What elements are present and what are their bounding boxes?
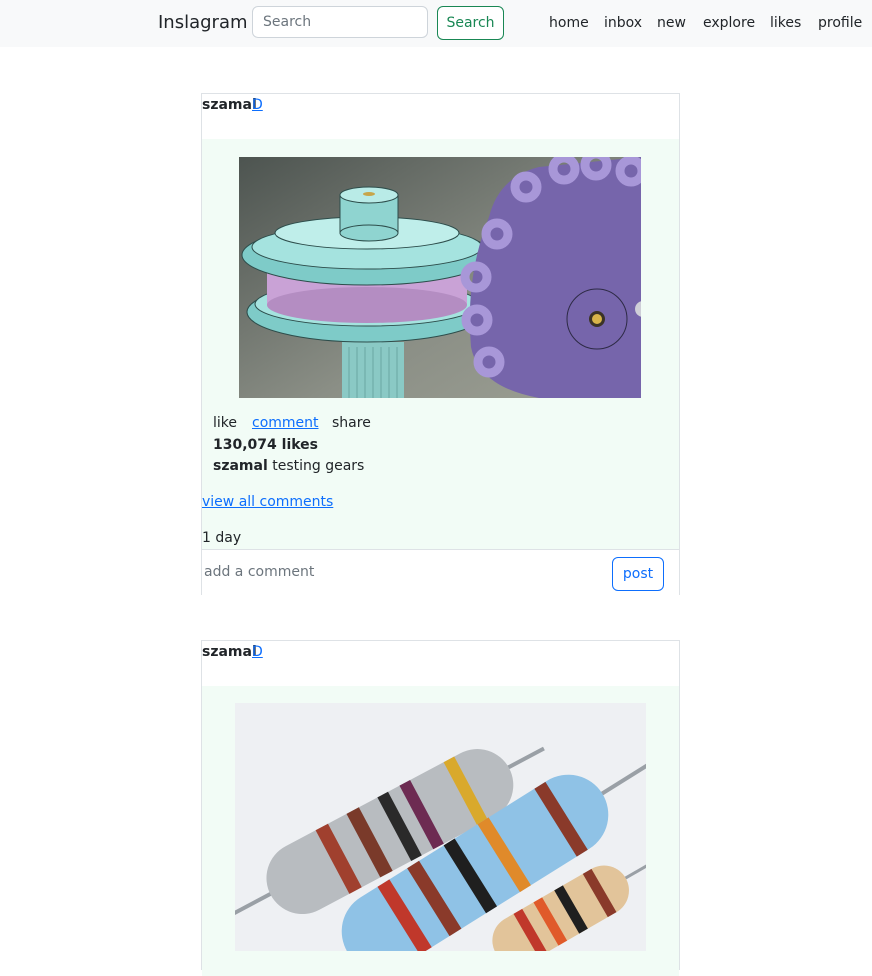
post-image[interactable] xyxy=(239,157,641,398)
post-comment-button[interactable]: post xyxy=(612,557,664,591)
user-link[interactable]: D xyxy=(252,97,263,113)
comment-link[interactable]: comment xyxy=(252,415,319,431)
post-header: szamal D xyxy=(202,641,679,686)
likes-count: 130,074 likes xyxy=(213,437,318,453)
share-button[interactable]: share xyxy=(332,415,371,431)
post-username[interactable]: szamal xyxy=(202,644,257,660)
post-caption: szamal testing gears xyxy=(213,458,364,474)
brand-logo[interactable]: Inslagram xyxy=(158,12,248,33)
post-body: like comment share 130,074 likes szamal … xyxy=(202,139,679,549)
post-image[interactable] xyxy=(235,703,646,951)
nav-inbox[interactable]: inbox xyxy=(604,15,642,31)
caption-username[interactable]: szamal xyxy=(213,458,268,474)
nav-profile[interactable]: profile xyxy=(818,15,862,31)
caption-text: testing gears xyxy=(272,458,365,474)
comment-input[interactable] xyxy=(202,556,586,588)
post-username[interactable]: szamal xyxy=(202,97,257,113)
post-time: 1 day xyxy=(202,530,242,546)
post-card: szamal D xyxy=(201,640,680,976)
post-card: szamal D xyxy=(201,93,680,595)
search-button[interactable]: Search xyxy=(437,6,504,40)
nav-likes[interactable]: likes xyxy=(770,15,801,31)
post-body xyxy=(202,686,679,976)
comment-bar: post xyxy=(202,549,679,595)
top-navbar: Inslagram Search home inbox new explore … xyxy=(0,0,872,47)
resistors-image xyxy=(235,703,646,951)
like-button[interactable]: like xyxy=(213,415,237,431)
post-header: szamal D xyxy=(202,94,679,139)
search-input[interactable] xyxy=(252,6,428,38)
nav-home[interactable]: home xyxy=(549,15,589,31)
view-all-comments-link[interactable]: view all comments xyxy=(202,494,333,510)
nav-explore[interactable]: explore xyxy=(703,15,755,31)
gears-image xyxy=(239,157,641,398)
user-link[interactable]: D xyxy=(252,644,263,660)
nav-new[interactable]: new xyxy=(657,15,686,31)
